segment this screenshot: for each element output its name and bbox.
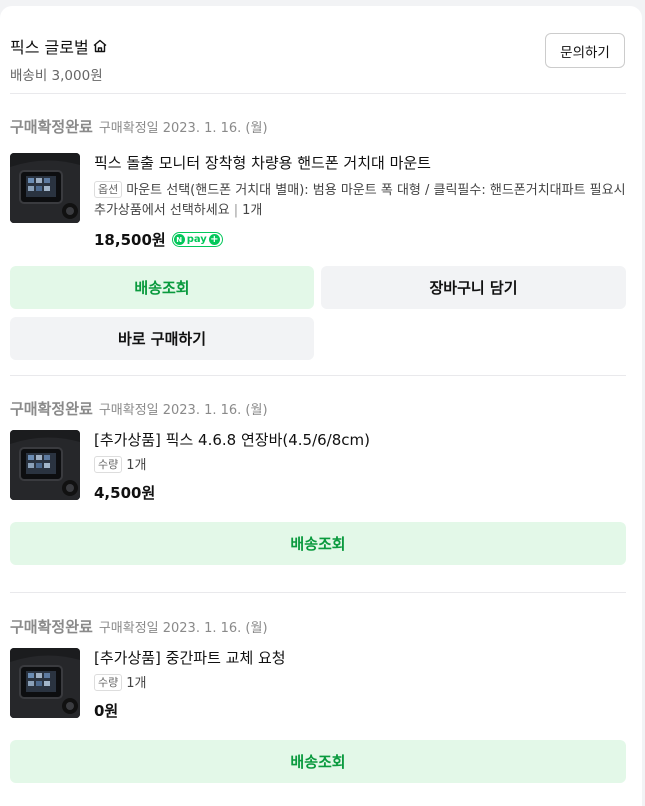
divider	[10, 93, 626, 94]
price: 18,500원	[94, 231, 166, 249]
car-monitor-image	[10, 153, 80, 223]
status-line: 구매확정완료 구매확정일 2023. 1. 16. (월)	[10, 616, 626, 637]
status-line: 구매확정완료 구매확정일 2023. 1. 16. (월)	[10, 116, 626, 137]
price-row: 4,500원	[94, 482, 626, 503]
plus-icon: +	[208, 234, 220, 245]
product-name[interactable]: 픽스 돌출 모니터 장착형 차량용 핸드폰 거치대 마운트	[94, 153, 626, 173]
store-header: 픽스 글로벌 배송비 3,000원	[10, 34, 622, 84]
product-info: [추가상품] 중간파트 교체 요청 수량 1개 0원	[94, 648, 626, 721]
option-line: 옵션 마운트 선택(핸드폰 거치대 별매): 범용 마운트 폭 대형 / 클릭필수…	[94, 181, 626, 221]
divider	[10, 592, 626, 593]
option-line: 수량 1개	[94, 456, 626, 476]
shipping-fee: 배송비 3,000원	[10, 68, 103, 84]
product-info: [추가상품] 픽스 4.6.8 연장바(4.5/6/8cm) 수량 1개 4,50…	[94, 430, 626, 503]
confirm-date: 구매확정일 2023. 1. 16. (월)	[98, 621, 268, 636]
buy-now-button[interactable]: 바로 구매하기	[10, 317, 314, 360]
order-card: 픽스 글로벌 배송비 3,000원 문의하기 구매확정완료 구매확정일 2023…	[0, 6, 642, 806]
price: 0원	[94, 702, 119, 720]
confirm-date: 구매확정일 2023. 1. 16. (월)	[98, 403, 268, 418]
option-line: 수량 1개	[94, 674, 626, 694]
option-tag: 옵션	[94, 181, 123, 198]
store-name: 픽스 글로벌	[10, 38, 89, 57]
product-name[interactable]: [추가상품] 중간파트 교체 요청	[94, 648, 626, 668]
store-name-link[interactable]: 픽스 글로벌	[10, 34, 622, 58]
quantity: 1개	[126, 458, 147, 473]
track-delivery-button[interactable]: 배송조회	[10, 522, 626, 565]
quantity-tag: 수량	[94, 456, 123, 473]
npay-label: pay	[186, 234, 207, 245]
order-status: 구매확정완료	[10, 618, 93, 636]
quantity: 1개	[242, 203, 263, 218]
confirm-date: 구매확정일 2023. 1. 16. (월)	[98, 121, 268, 136]
product-name[interactable]: [추가상품] 픽스 4.6.8 연장바(4.5/6/8cm)	[94, 430, 626, 450]
npay-plus-badge: N pay +	[171, 232, 223, 247]
price-row: 18,500원 N pay +	[94, 229, 626, 250]
status-line: 구매확정완료 구매확정일 2023. 1. 16. (월)	[10, 398, 626, 419]
divider	[10, 375, 626, 376]
separator: |	[233, 203, 239, 218]
quantity-tag: 수량	[94, 674, 123, 691]
order-group: 구매확정완료 구매확정일 2023. 1. 16. (월)	[10, 398, 626, 578]
product-thumbnail[interactable]	[10, 648, 80, 718]
car-monitor-image	[10, 430, 80, 500]
product-thumbnail[interactable]	[10, 430, 80, 500]
order-status: 구매확정완료	[10, 118, 93, 136]
order-group: 구매확정완료 구매확정일 2023. 1. 16. (월)	[10, 116, 626, 366]
product-thumbnail[interactable]	[10, 153, 80, 223]
home-icon	[93, 39, 107, 53]
product-info: 픽스 돌출 모니터 장착형 차량용 핸드폰 거치대 마운트 옵션 마운트 선택(핸…	[94, 153, 626, 250]
option-text: 마운트 선택(핸드폰 거치대 별매): 범용 마운트 폭 대형 / 클릭필수: …	[94, 183, 626, 218]
inquiry-button[interactable]: 문의하기	[545, 33, 625, 68]
price: 4,500원	[94, 484, 156, 502]
price-row: 0원	[94, 700, 626, 721]
order-group: 구매확정완료 구매확정일 2023. 1. 16. (월)	[10, 616, 626, 796]
track-delivery-button[interactable]: 배송조회	[10, 740, 626, 783]
quantity: 1개	[126, 676, 147, 691]
add-to-cart-button[interactable]: 장바구니 담기	[321, 266, 626, 309]
track-delivery-button[interactable]: 배송조회	[10, 266, 314, 309]
naver-n-icon: N	[173, 234, 185, 245]
order-status: 구매확정완료	[10, 400, 93, 418]
car-monitor-image	[10, 648, 80, 718]
